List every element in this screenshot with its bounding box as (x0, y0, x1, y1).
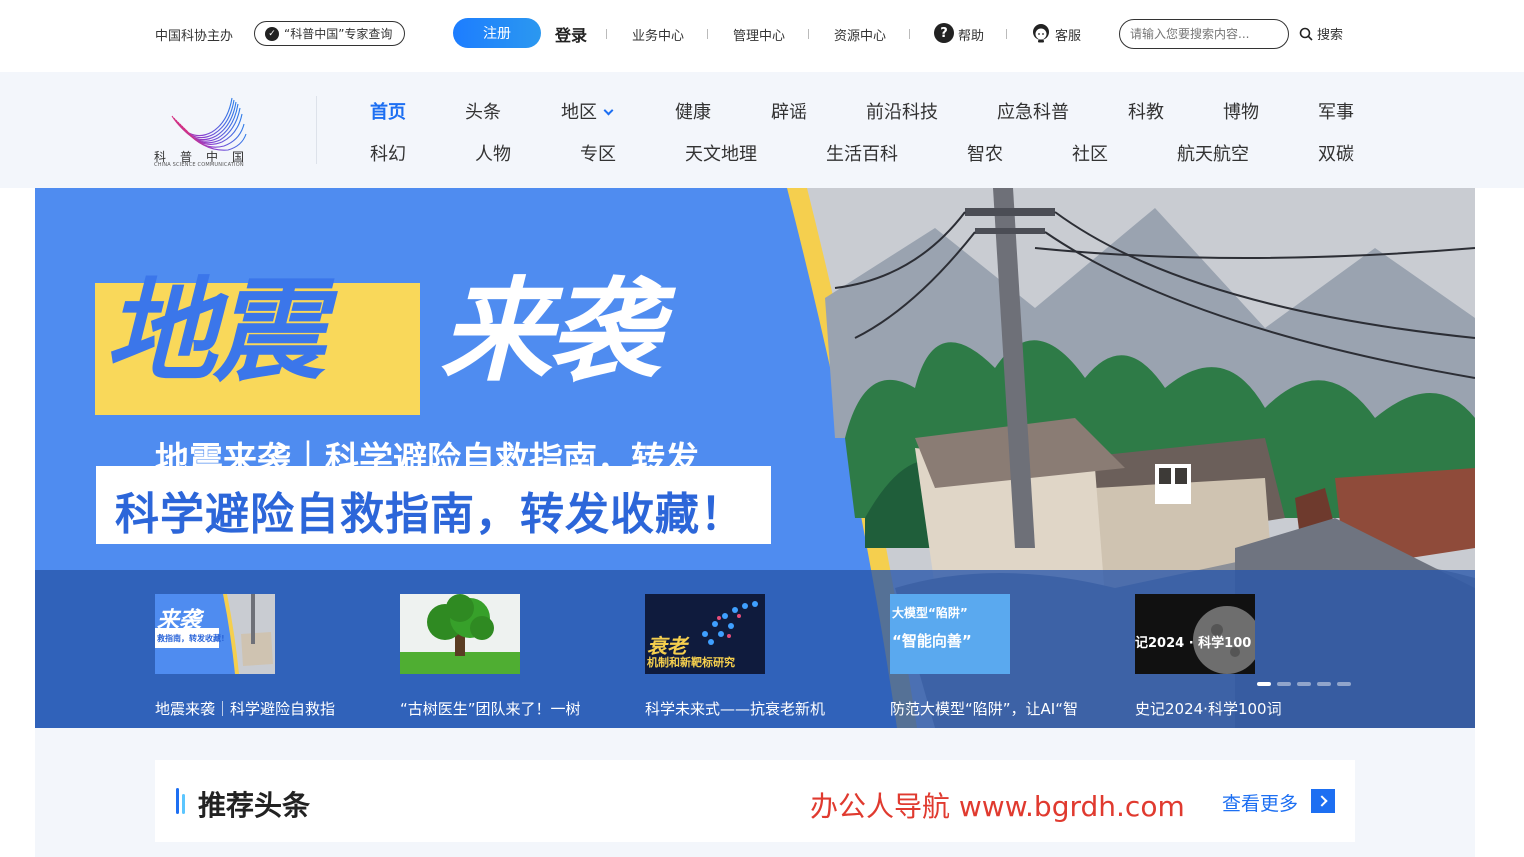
nav-item-scifi[interactable]: 科幻 (370, 140, 406, 166)
hero-banner[interactable]: 地震 来袭 地震来袭｜科学避险自救指南，转发 科学避险自救指南，转发收藏！ 来袭… (35, 188, 1475, 728)
expert-query-button[interactable]: ✓ “科普中国”专家查询 (254, 21, 406, 46)
divider (1006, 29, 1007, 39)
thumbnail-caption[interactable]: 地震来袭｜科学避险自救指 (155, 698, 355, 719)
thumbnail-anti-aging[interactable]: 衰老 机制和新靶标研究 (645, 594, 765, 674)
nav-item-region[interactable]: 地区 (561, 98, 614, 124)
view-more-link[interactable]: 查看更多 (1222, 789, 1298, 816)
help-link[interactable]: 帮助 (958, 25, 984, 44)
section-title: 推荐头条 (198, 789, 311, 822)
nav-item-life[interactable]: 生活百科 (826, 140, 898, 166)
carousel-dot[interactable] (1337, 682, 1351, 686)
thumbnail-caption[interactable]: 防范大模型“陷阱”，让AI“智 (890, 698, 1090, 719)
help-icon[interactable]: ? (934, 23, 954, 43)
nav-item-frontier-tech[interactable]: 前沿科技 (866, 98, 938, 124)
hero-subtitle: 科学避险自救指南，转发收藏！ (115, 489, 745, 540)
nav-item-museum[interactable]: 博物 (1223, 98, 1259, 124)
thumbnail-ai-trap-subtitle: “智能向善” (892, 632, 972, 650)
divider (606, 29, 607, 39)
divider (707, 29, 708, 39)
carousel-dot[interactable] (1297, 682, 1311, 686)
watermark-text: 办公人导航 www.bgrdh.com (810, 790, 1185, 823)
main-nav: 科普中国 CHINA SCIENCE COMMUNICATION 首页 头条 地… (0, 72, 1524, 188)
hero-title-word2: 来袭 (440, 267, 660, 397)
business-center-link[interactable]: 业务中心 (632, 25, 684, 44)
search-icon (1299, 27, 1313, 41)
thumbnail-science-100-title: 记2024 · 科学100 (1135, 636, 1252, 651)
nav-item-aerospace[interactable]: 航天航空 (1177, 140, 1249, 166)
chevron-down-icon (603, 105, 614, 116)
search-button-label: 搜索 (1317, 28, 1344, 43)
thumbnail-ai-trap[interactable]: 大模型“陷阱” “智能向善” (890, 594, 1010, 674)
thumbnail-earthquake-title: 来袭 (157, 608, 202, 633)
nav-item-people[interactable]: 人物 (475, 140, 511, 166)
search-input[interactable] (1119, 19, 1289, 49)
nav-item-headlines[interactable]: 头条 (465, 98, 501, 124)
thumbnail-tree-art (400, 594, 520, 674)
thumbnail-science-100[interactable]: 记2024 · 科学100 (1135, 594, 1255, 674)
nav-item-community[interactable]: 社区 (1072, 140, 1108, 166)
carousel-dot[interactable] (1317, 682, 1331, 686)
check-icon: ✓ (265, 26, 279, 41)
host-label: 中国科协主办 (155, 29, 234, 44)
thumbnail-caption[interactable]: 史记2024·科学100词 (1135, 698, 1335, 719)
section-marker-icon (176, 788, 186, 814)
thumbnail-ai-trap-title: 大模型“陷阱” (892, 606, 968, 620)
customer-service-icon[interactable] (1032, 23, 1050, 43)
thumbnail-anti-aging-subtitle: 机制和新靶标研究 (647, 656, 735, 669)
chevron-right-icon[interactable] (1311, 789, 1335, 813)
nav-item-education[interactable]: 科教 (1128, 98, 1164, 124)
carousel-thumbnails: 来袭 救指南，转发收藏! 地震来袭｜科学避险自救指 “古树医生”团队来了！一树 (35, 570, 1475, 728)
login-link[interactable]: 登录 (555, 22, 587, 46)
nav-item-rumor[interactable]: 辟谣 (771, 98, 807, 124)
hero-title-word1: 地震 (105, 267, 325, 397)
nav-divider (316, 96, 317, 164)
nav-item-region-label: 地区 (561, 102, 597, 123)
search-button[interactable]: 搜索 (1299, 24, 1343, 43)
nav-item-astronomy-geo[interactable]: 天文地理 (685, 140, 757, 166)
register-button[interactable]: 注册 (453, 18, 541, 48)
resource-center-link[interactable]: 资源中心 (834, 25, 886, 44)
nav-item-special[interactable]: 专区 (580, 140, 616, 166)
divider (909, 29, 910, 39)
thumbnail-old-tree[interactable] (400, 594, 520, 674)
thumbnail-caption[interactable]: 科学未来式——抗衰老新机 (645, 698, 845, 719)
logo-text-en: CHINA SCIENCE COMMUNICATION (154, 162, 244, 168)
nav-item-emergency[interactable]: 应急科普 (997, 98, 1069, 124)
management-center-link[interactable]: 管理中心 (733, 25, 785, 44)
carousel-dot-active[interactable] (1257, 682, 1271, 686)
expert-query-label: “科普中国”专家查询 (284, 27, 393, 41)
thumbnail-earthquake[interactable]: 来袭 救指南，转发收藏! (155, 594, 275, 674)
divider (808, 29, 809, 39)
service-link[interactable]: 客服 (1055, 25, 1081, 44)
nav-item-smart-agri[interactable]: 智农 (967, 140, 1003, 166)
thumbnail-earthquake-subtitle: 救指南，转发收藏! (157, 634, 225, 643)
nav-item-home[interactable]: 首页 (370, 98, 406, 124)
nav-item-dual-carbon[interactable]: 双碳 (1318, 140, 1354, 166)
nav-item-health[interactable]: 健康 (675, 98, 711, 124)
thumbnail-caption[interactable]: “古树医生”团队来了！一树 (400, 698, 600, 719)
carousel-indicators (1257, 682, 1351, 686)
top-bar: 中国科协主办 ✓ “科普中国”专家查询 注册 登录 业务中心 管理中心 资源中心… (0, 0, 1524, 72)
nav-item-military[interactable]: 军事 (1318, 98, 1354, 124)
carousel-dot[interactable] (1277, 682, 1291, 686)
